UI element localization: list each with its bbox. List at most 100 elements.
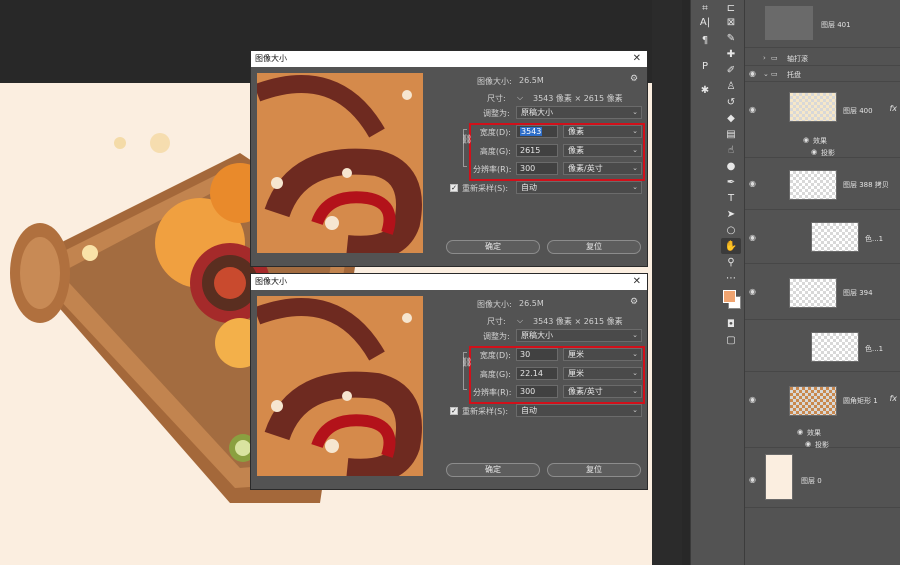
text-vertical-icon[interactable]: A| bbox=[695, 14, 715, 30]
sparkle-icon[interactable]: ✱ bbox=[695, 82, 715, 98]
height-input[interactable]: 2615 bbox=[516, 144, 558, 157]
effects-label: 效果 bbox=[813, 137, 827, 145]
drop-shadow-eye-icon[interactable]: ◉ bbox=[811, 148, 817, 156]
reset-button[interactable]: 复位 bbox=[547, 240, 641, 254]
visibility-eye-icon[interactable]: ◉ bbox=[749, 106, 759, 114]
fit-to-select[interactable]: 原稿大小 ⌄ bbox=[516, 329, 642, 342]
frame-tool-icon[interactable]: ⊠ bbox=[721, 14, 741, 30]
fit-to-label: 调整为: bbox=[483, 109, 510, 118]
ellipse-icon[interactable]: ○ bbox=[721, 222, 741, 238]
layer-name: 图层 0 bbox=[801, 477, 822, 485]
drop-shadow-eye-icon[interactable]: ◉ bbox=[805, 440, 811, 448]
image-size-dialog: 图像大小 ✕ 图像大小: 26.5M ⚙ 尺寸: ⌵ 3543 像素 × 261… bbox=[250, 50, 648, 267]
visibility-eye-icon[interactable]: ◉ bbox=[749, 476, 759, 484]
dialog-title: 图像大小 bbox=[255, 277, 287, 286]
resolution-unit-select[interactable]: 像素/英寸 ⌄ bbox=[563, 385, 642, 398]
brush-icon[interactable]: ✐ bbox=[721, 62, 741, 78]
foreground-color-swatch[interactable] bbox=[723, 290, 736, 303]
type-tool-icon[interactable]: T bbox=[721, 190, 741, 206]
fit-to-select[interactable]: 原稿大小 ⌄ bbox=[516, 106, 642, 119]
layer-name: 色...1 bbox=[865, 235, 884, 243]
height-unit-select[interactable]: 厘米 ⌄ bbox=[563, 367, 642, 380]
visibility-eye-icon[interactable]: ◉ bbox=[749, 180, 759, 188]
visibility-eye-icon[interactable]: ◉ bbox=[749, 396, 759, 404]
hand-tool-icon[interactable]: ✋ bbox=[721, 238, 741, 254]
smudge-icon[interactable]: ☝ bbox=[721, 142, 741, 158]
layer-row[interactable]: 图层 401 bbox=[745, 0, 900, 48]
tools-column: ⊏ ⊠ ✎ ✚ ✐ ♙ ↺ ◆ ▤ ☝ ● ✒ T ➤ ○ ✋ ⚲ ⋯ ◘ ▢ bbox=[718, 0, 744, 565]
gear-icon[interactable]: ⚙ bbox=[630, 74, 638, 84]
close-icon[interactable]: ✕ bbox=[633, 51, 641, 67]
paragraph-icon[interactable]: ¶ bbox=[695, 32, 715, 48]
pen-tool-icon[interactable]: ✒ bbox=[721, 174, 741, 190]
reset-button[interactable]: 复位 bbox=[547, 463, 641, 477]
layer-thumbnail bbox=[811, 332, 859, 362]
width-input[interactable]: 30 bbox=[516, 348, 558, 361]
folder-icon: ▭ bbox=[771, 70, 778, 78]
ok-button[interactable]: 确定 bbox=[446, 463, 540, 477]
layer-name: 圆角矩形 1 bbox=[843, 397, 878, 405]
eraser-icon[interactable]: ◆ bbox=[721, 110, 741, 126]
width-unit-select[interactable]: 厘米 ⌄ bbox=[563, 348, 642, 361]
clone-stamp-icon[interactable]: ♙ bbox=[721, 78, 741, 94]
layer-name: 图层 388 拷贝 bbox=[843, 181, 889, 189]
layer-row[interactable]: ◉ 色...1 bbox=[745, 210, 900, 264]
layer-row[interactable]: ◉ 图层 388 拷贝 bbox=[745, 158, 900, 210]
visibility-eye-icon[interactable]: ◉ bbox=[749, 234, 759, 242]
resample-checkbox[interactable]: ✓ bbox=[450, 184, 458, 192]
resample-checkbox[interactable]: ✓ bbox=[450, 407, 458, 415]
canvas-gutter bbox=[652, 0, 682, 565]
width-input[interactable]: 3543 bbox=[516, 125, 558, 138]
image-preview[interactable] bbox=[257, 296, 423, 476]
link-chain-icon[interactable]: ⛓ bbox=[461, 135, 472, 145]
height-input[interactable]: 22.14 bbox=[516, 367, 558, 380]
height-unit-select[interactable]: 像素 ⌄ bbox=[563, 144, 642, 157]
resample-select[interactable]: 自动 ⌄ bbox=[516, 181, 642, 194]
close-icon[interactable]: ✕ bbox=[633, 274, 641, 290]
image-preview[interactable] bbox=[257, 73, 423, 253]
tools-panel: ⌗ A| ¶ P ✱ bbox=[690, 0, 718, 565]
fx-icon[interactable]: fx bbox=[889, 104, 897, 113]
height-label: 高度(G): bbox=[479, 370, 511, 379]
eyedropper-icon[interactable]: ✎ bbox=[721, 30, 741, 46]
chevron-down-icon[interactable]: ⌵ bbox=[517, 316, 523, 326]
history-brush-icon[interactable]: ↺ bbox=[721, 94, 741, 110]
path-selection-icon[interactable]: ➤ bbox=[721, 206, 741, 222]
image-size-label: 图像大小: bbox=[477, 300, 512, 309]
link-chain-icon[interactable]: ⛓ bbox=[461, 358, 472, 368]
fx-icon[interactable]: fx bbox=[889, 394, 897, 403]
gradient-icon[interactable]: ▤ bbox=[721, 126, 741, 142]
quick-mask-icon[interactable]: ◘ bbox=[721, 316, 741, 332]
effects-eye-icon[interactable]: ◉ bbox=[797, 428, 803, 436]
layer-row[interactable]: 色...1 bbox=[745, 320, 900, 372]
width-unit-select[interactable]: 像素 ⌄ bbox=[563, 125, 642, 138]
healing-brush-icon[interactable]: ✚ bbox=[721, 46, 741, 62]
dialog-titlebar: 图像大小 ✕ bbox=[251, 274, 647, 290]
layer-row[interactable]: ◉ 图层 400 fx ◉ 效果 ◉ 投影 bbox=[745, 84, 900, 158]
image-size-value: 26.5M bbox=[519, 299, 544, 308]
gear-icon[interactable]: ⚙ bbox=[630, 297, 638, 307]
zoom-icon[interactable]: ⚲ bbox=[721, 254, 741, 270]
layer-row[interactable]: ◉ 图层 0 bbox=[745, 448, 900, 508]
effects-eye-icon[interactable]: ◉ bbox=[803, 136, 809, 144]
layer-row[interactable]: ◉ 图层 394 bbox=[745, 264, 900, 320]
layer-name: 图层 401 bbox=[821, 21, 851, 29]
image-size-dialog: 图像大小 ✕ 图像大小: 26.5M ⚙ 尺寸: ⌵ 3543 像素 × 261… bbox=[250, 273, 648, 490]
group-row[interactable]: ◉ ⌄ ▭ 托盘 bbox=[745, 66, 900, 82]
dodge-icon[interactable]: ● bbox=[721, 158, 741, 174]
screen-mode-icon[interactable]: ▢ bbox=[721, 332, 741, 348]
more-tools-icon[interactable]: ⋯ bbox=[721, 270, 741, 286]
group-row[interactable]: › ▭ 轴打滚 bbox=[745, 50, 900, 66]
layer-name: 色...1 bbox=[865, 345, 884, 353]
pen-icon[interactable]: P bbox=[695, 58, 715, 74]
resolution-input[interactable]: 300 bbox=[516, 162, 558, 175]
resolution-unit-select[interactable]: 像素/英寸 ⌄ bbox=[563, 162, 642, 175]
layer-row[interactable]: ◉ 圆角矩形 1 fx ◉ 效果 ◉ 投影 bbox=[745, 372, 900, 449]
ok-button[interactable]: 确定 bbox=[446, 240, 540, 254]
visibility-eye-icon[interactable]: ◉ bbox=[749, 288, 759, 296]
folder-icon: ▭ bbox=[771, 54, 778, 62]
chevron-down-icon[interactable]: ⌵ bbox=[517, 93, 523, 103]
resolution-input[interactable]: 300 bbox=[516, 385, 558, 398]
visibility-eye-icon[interactable]: ◉ bbox=[749, 70, 759, 78]
resample-select[interactable]: 自动 ⌄ bbox=[516, 404, 642, 417]
